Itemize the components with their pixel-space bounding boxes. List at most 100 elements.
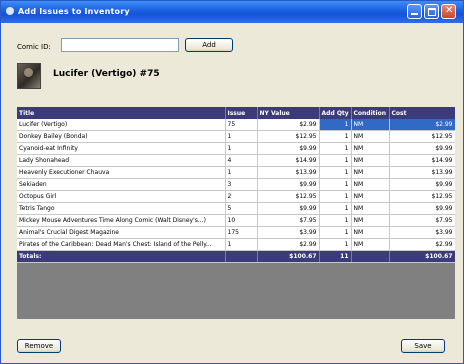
cell-ny-value: $9.99 bbox=[257, 202, 320, 215]
add-issues-window: Add Issues to Inventory Comic ID: Add Lu… bbox=[0, 0, 464, 364]
cell-cost[interactable]: $14.99 bbox=[389, 154, 455, 167]
issues-grid[interactable]: Title Issue NY Value Add Qty Condition C… bbox=[17, 107, 455, 319]
save-button[interactable]: Save bbox=[401, 339, 445, 353]
cell-issue: 1 bbox=[225, 166, 258, 179]
cell-ny-value: $12.95 bbox=[257, 130, 320, 143]
cell-add-qty[interactable]: 1 bbox=[319, 166, 352, 179]
cell-cost[interactable]: $12.95 bbox=[389, 190, 455, 203]
cell-add-qty[interactable]: 1 bbox=[319, 238, 352, 251]
cell-condition[interactable]: NM bbox=[351, 190, 390, 203]
cell-title: Sekiaden bbox=[17, 178, 226, 191]
add-button[interactable]: Add bbox=[185, 38, 233, 52]
cell-title: Tetris Tango bbox=[17, 202, 226, 215]
cell-cost[interactable]: $2.99 bbox=[389, 238, 455, 251]
cell-title: Cyanoid-eat Infinity bbox=[17, 142, 226, 155]
comic-id-label: Comic ID: bbox=[17, 43, 51, 51]
cell-cost[interactable]: $9.99 bbox=[389, 202, 455, 215]
cell-condition[interactable]: NM bbox=[351, 166, 390, 179]
table-header-row: Title Issue NY Value Add Qty Condition C… bbox=[17, 107, 455, 119]
cell-title: Lady Shonahead bbox=[17, 154, 226, 167]
cell-condition[interactable]: NM bbox=[351, 238, 390, 251]
totals-ny-value: $100.67 bbox=[257, 250, 320, 263]
cell-add-qty[interactable]: 1 bbox=[319, 178, 352, 191]
table-row[interactable]: Lady Shonahead 4 $14.99 1 NM $14.99 bbox=[17, 154, 455, 167]
cell-cost[interactable]: $7.95 bbox=[389, 214, 455, 227]
cell-title: Lucifer (Vertigo) bbox=[17, 119, 226, 131]
cell-title: Mickey Mouse Adventures Time Along Comic… bbox=[17, 214, 226, 227]
cell-add-qty[interactable]: 1 bbox=[319, 202, 352, 215]
issues-table: Title Issue NY Value Add Qty Condition C… bbox=[17, 107, 455, 263]
cell-issue: 75 bbox=[225, 119, 258, 131]
column-header-cost[interactable]: Cost bbox=[389, 107, 455, 119]
cell-issue: 5 bbox=[225, 202, 258, 215]
column-header-add-qty[interactable]: Add Qty bbox=[319, 107, 352, 119]
cell-issue: 10 bbox=[225, 214, 258, 227]
comic-cover-image bbox=[17, 63, 41, 89]
cell-cost[interactable]: $9.99 bbox=[389, 142, 455, 155]
cell-add-qty[interactable]: 1 bbox=[319, 119, 352, 131]
column-header-issue[interactable]: Issue bbox=[225, 107, 258, 119]
cell-condition[interactable]: NM bbox=[351, 214, 390, 227]
table-row[interactable]: Pirates of the Caribbean: Dead Man's Che… bbox=[17, 238, 455, 251]
table-row[interactable]: Animal's Crucial Digest Magazine 175 $3.… bbox=[17, 226, 455, 239]
table-row[interactable]: Octopus Girl 2 $12.95 1 NM $12.95 bbox=[17, 190, 455, 203]
cell-condition[interactable]: NM bbox=[351, 226, 390, 239]
table-row[interactable]: Heavenly Executioner Chauva 1 $13.99 1 N… bbox=[17, 166, 455, 179]
totals-add-qty: 11 bbox=[319, 250, 352, 263]
cell-title: Octopus Girl bbox=[17, 190, 226, 203]
totals-condition bbox=[351, 250, 390, 263]
cell-ny-value: $2.99 bbox=[257, 238, 320, 251]
comic-id-input[interactable] bbox=[61, 38, 179, 52]
cell-cost[interactable]: $2.99 bbox=[389, 119, 455, 131]
cell-issue: 1 bbox=[225, 238, 258, 251]
cell-title: Animal's Crucial Digest Magazine bbox=[17, 226, 226, 239]
title-bar[interactable]: Add Issues to Inventory bbox=[1, 1, 463, 23]
maximize-button[interactable] bbox=[424, 4, 439, 19]
cell-ny-value: $3.99 bbox=[257, 226, 320, 239]
cell-ny-value: $13.99 bbox=[257, 166, 320, 179]
cell-add-qty[interactable]: 1 bbox=[319, 154, 352, 167]
cell-condition[interactable]: NM bbox=[351, 119, 390, 131]
table-row[interactable]: Sekiaden 3 $9.99 1 NM $9.99 bbox=[17, 178, 455, 191]
column-header-ny-value[interactable]: NY Value bbox=[257, 107, 320, 119]
cell-condition[interactable]: NM bbox=[351, 142, 390, 155]
table-row[interactable]: Donkey Bailey (Bonda) 1 $12.95 1 NM $12.… bbox=[17, 130, 455, 143]
minimize-button[interactable] bbox=[407, 4, 422, 19]
cell-issue: 3 bbox=[225, 178, 258, 191]
cell-add-qty[interactable]: 1 bbox=[319, 130, 352, 143]
column-header-condition[interactable]: Condition bbox=[351, 107, 390, 119]
app-icon bbox=[6, 7, 14, 15]
column-header-title[interactable]: Title bbox=[17, 107, 226, 119]
cell-add-qty[interactable]: 1 bbox=[319, 190, 352, 203]
table-row[interactable]: Mickey Mouse Adventures Time Along Comic… bbox=[17, 214, 455, 227]
close-button[interactable] bbox=[441, 4, 456, 19]
cell-ny-value: $7.95 bbox=[257, 214, 320, 227]
table-row[interactable]: Cyanoid-eat Infinity 1 $9.99 1 NM $9.99 bbox=[17, 142, 455, 155]
cell-issue: 1 bbox=[225, 130, 258, 143]
totals-cost: $100.67 bbox=[389, 250, 455, 263]
cell-condition[interactable]: NM bbox=[351, 130, 390, 143]
cell-issue: 4 bbox=[225, 154, 258, 167]
cell-cost[interactable]: $12.95 bbox=[389, 130, 455, 143]
table-row[interactable]: Tetris Tango 5 $9.99 1 NM $9.99 bbox=[17, 202, 455, 215]
cell-cost[interactable]: $3.99 bbox=[389, 226, 455, 239]
cell-issue: 2 bbox=[225, 190, 258, 203]
cell-issue: 1 bbox=[225, 142, 258, 155]
cell-cost[interactable]: $13.99 bbox=[389, 166, 455, 179]
cell-add-qty[interactable]: 1 bbox=[319, 226, 352, 239]
cell-condition[interactable]: NM bbox=[351, 178, 390, 191]
cell-add-qty[interactable]: 1 bbox=[319, 142, 352, 155]
cell-condition[interactable]: NM bbox=[351, 154, 390, 167]
table-row[interactable]: Lucifer (Vertigo) 75 $2.99 1 NM $2.99 bbox=[17, 119, 455, 131]
remove-button[interactable]: Remove bbox=[17, 339, 61, 353]
cell-title: Pirates of the Caribbean: Dead Man's Che… bbox=[17, 238, 226, 251]
cell-issue: 175 bbox=[225, 226, 258, 239]
totals-issue bbox=[225, 250, 258, 263]
window-title: Add Issues to Inventory bbox=[18, 7, 130, 16]
cell-add-qty[interactable]: 1 bbox=[319, 214, 352, 227]
cell-cost[interactable]: $9.99 bbox=[389, 178, 455, 191]
cell-ny-value: $9.99 bbox=[257, 178, 320, 191]
cell-title: Heavenly Executioner Chauva bbox=[17, 166, 226, 179]
cell-condition[interactable]: NM bbox=[351, 202, 390, 215]
cell-title: Donkey Bailey (Bonda) bbox=[17, 130, 226, 143]
